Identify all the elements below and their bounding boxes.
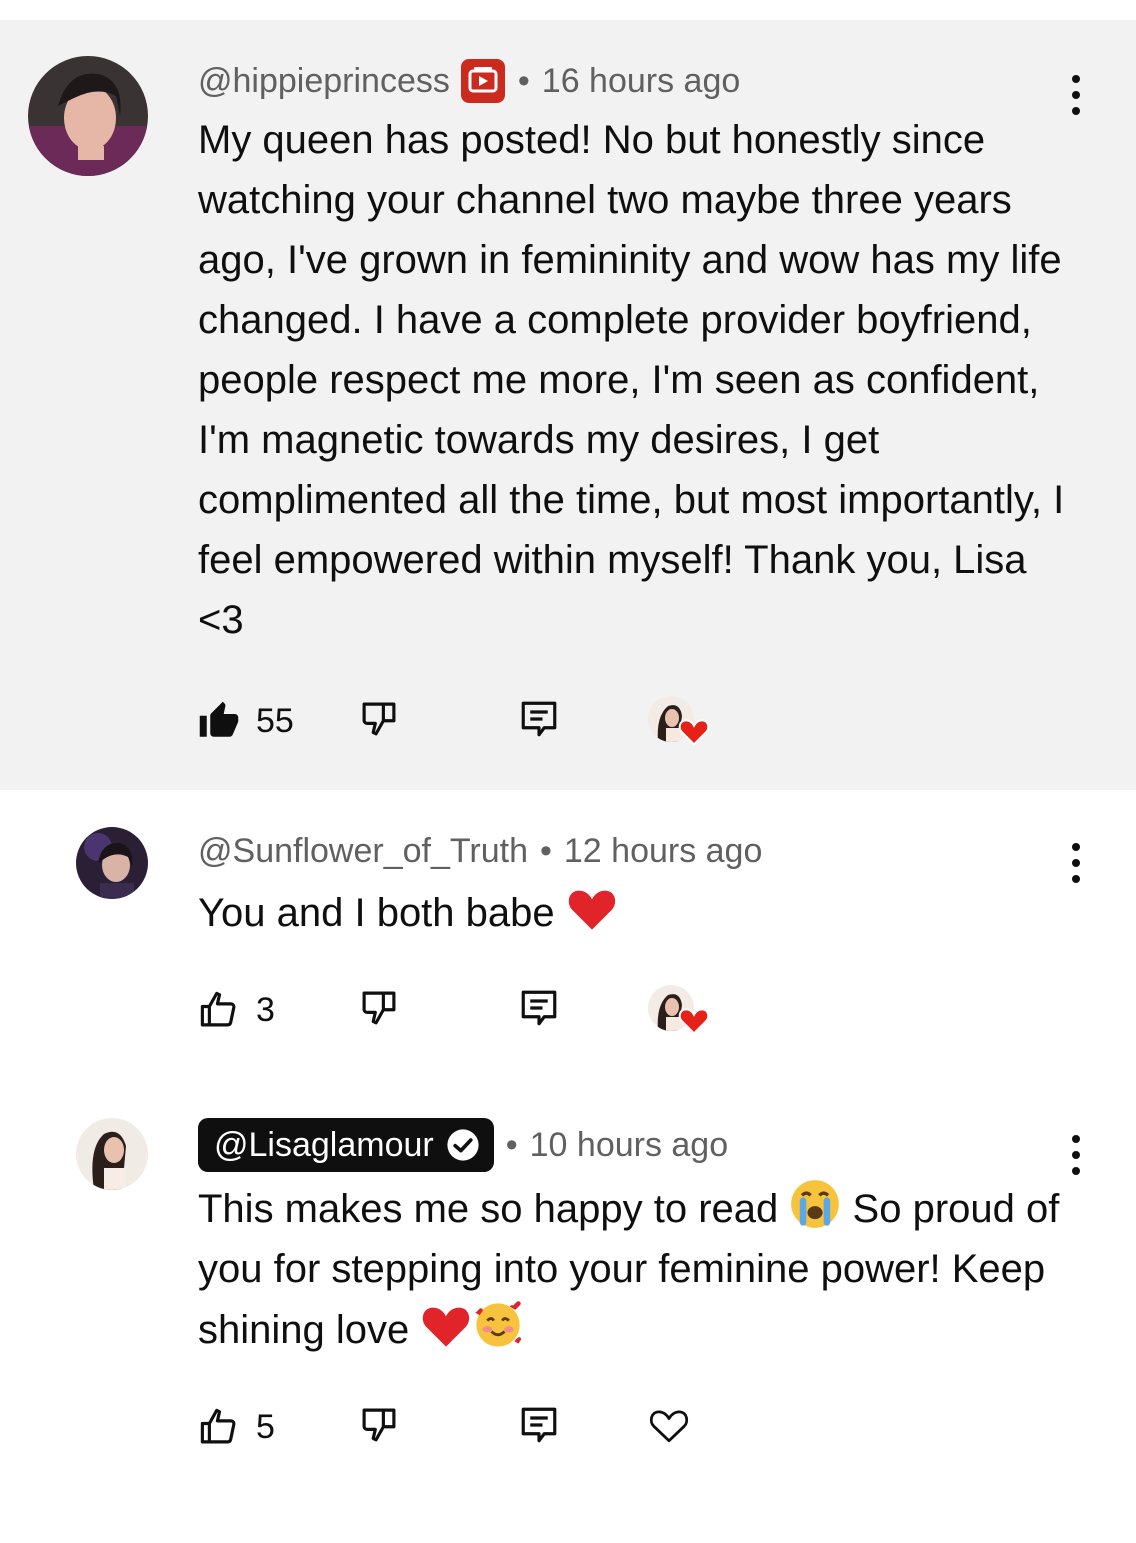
comment-actions: 3 xyxy=(198,985,712,1035)
thumbs-up-filled-icon xyxy=(199,701,239,737)
loudly-crying-face-emoji-icon xyxy=(791,1180,840,1228)
thumbs-down-icon xyxy=(362,1408,396,1441)
like-button[interactable]: 5 xyxy=(198,1406,358,1448)
dislike-button[interactable] xyxy=(358,1404,518,1451)
dislike-button[interactable] xyxy=(358,987,518,1034)
comment-creator-reply: @Lisaglamour • 10 hours ago This makes m… xyxy=(0,1080,1136,1543)
thumbs-down-icon xyxy=(362,991,396,1024)
red-heart-emoji-icon xyxy=(423,1307,470,1347)
reply-comment-icon xyxy=(521,990,557,1025)
comment-actions: 55 xyxy=(198,696,712,746)
comment-highlighted: @hippieprincess • 16 hours ago My queen … xyxy=(0,20,1136,790)
avatar-image xyxy=(76,827,148,899)
heart-icon xyxy=(678,1008,710,1035)
separator: • xyxy=(517,61,530,100)
like-button[interactable]: 55 xyxy=(198,700,358,742)
heart-outline-icon xyxy=(649,1409,689,1442)
heart-button[interactable] xyxy=(648,1404,690,1451)
avatar[interactable] xyxy=(28,56,148,176)
author-name[interactable]: @Sunflower_of_Truth xyxy=(198,832,528,871)
heart-icon xyxy=(678,719,710,746)
avatar[interactable] xyxy=(76,1118,148,1190)
timestamp[interactable]: 10 hours ago xyxy=(530,1126,729,1165)
creator-name-pill[interactable]: @Lisaglamour xyxy=(198,1118,494,1172)
comment-meta: @Lisaglamour • 10 hours ago xyxy=(198,1118,728,1172)
smiling-face-with-hearts-emoji-icon xyxy=(475,1301,522,1347)
comment-text-body: You and I both babe xyxy=(198,891,555,935)
comment-meta: @Sunflower_of_Truth • 12 hours ago xyxy=(198,826,762,876)
avatar-image xyxy=(76,1118,148,1190)
comment: @Sunflower_of_Truth • 12 hours ago You a… xyxy=(0,790,1136,1080)
verified-check-icon xyxy=(447,1129,479,1161)
comment-actions: 5 xyxy=(198,1402,690,1452)
creator-heart xyxy=(648,696,712,746)
comment-text: You and I both babe xyxy=(198,882,1078,943)
timestamp[interactable]: 12 hours ago xyxy=(564,832,763,871)
red-heart-emoji-icon xyxy=(568,890,615,930)
separator: • xyxy=(505,1125,518,1164)
timestamp[interactable]: 16 hours ago xyxy=(542,62,741,101)
like-button[interactable]: 3 xyxy=(198,989,358,1031)
separator: • xyxy=(539,831,552,870)
avatar[interactable] xyxy=(76,827,148,899)
like-count: 5 xyxy=(256,1407,275,1446)
author-name: @Lisaglamour xyxy=(214,1125,434,1164)
comment-text: My queen has posted! No but honestly sin… xyxy=(198,118,1065,642)
reply-comment-icon xyxy=(521,1407,557,1442)
author-name[interactable]: @hippieprincess xyxy=(198,62,450,101)
comment-text: This makes me so happy to read So proud … xyxy=(198,1178,1078,1360)
like-count: 55 xyxy=(256,701,294,740)
membership-badge-icon xyxy=(460,59,505,103)
avatar-image xyxy=(28,56,148,176)
more-options-button[interactable] xyxy=(1064,1130,1088,1180)
comment-text-part1: This makes me so happy to read xyxy=(198,1187,779,1231)
thumbs-up-icon xyxy=(200,1408,236,1444)
reply-comment-icon xyxy=(521,701,557,736)
creator-heart xyxy=(648,985,712,1035)
more-options-button[interactable] xyxy=(1064,838,1088,888)
reply-button[interactable] xyxy=(518,1404,648,1451)
thumbs-up-icon xyxy=(200,991,236,1027)
reply-button[interactable] xyxy=(518,698,648,745)
thumbs-down-icon xyxy=(362,702,396,735)
reply-button[interactable] xyxy=(518,987,648,1034)
dislike-button[interactable] xyxy=(358,698,518,745)
like-count: 3 xyxy=(256,990,275,1029)
comment-meta: @hippieprincess • 16 hours ago xyxy=(198,56,740,106)
